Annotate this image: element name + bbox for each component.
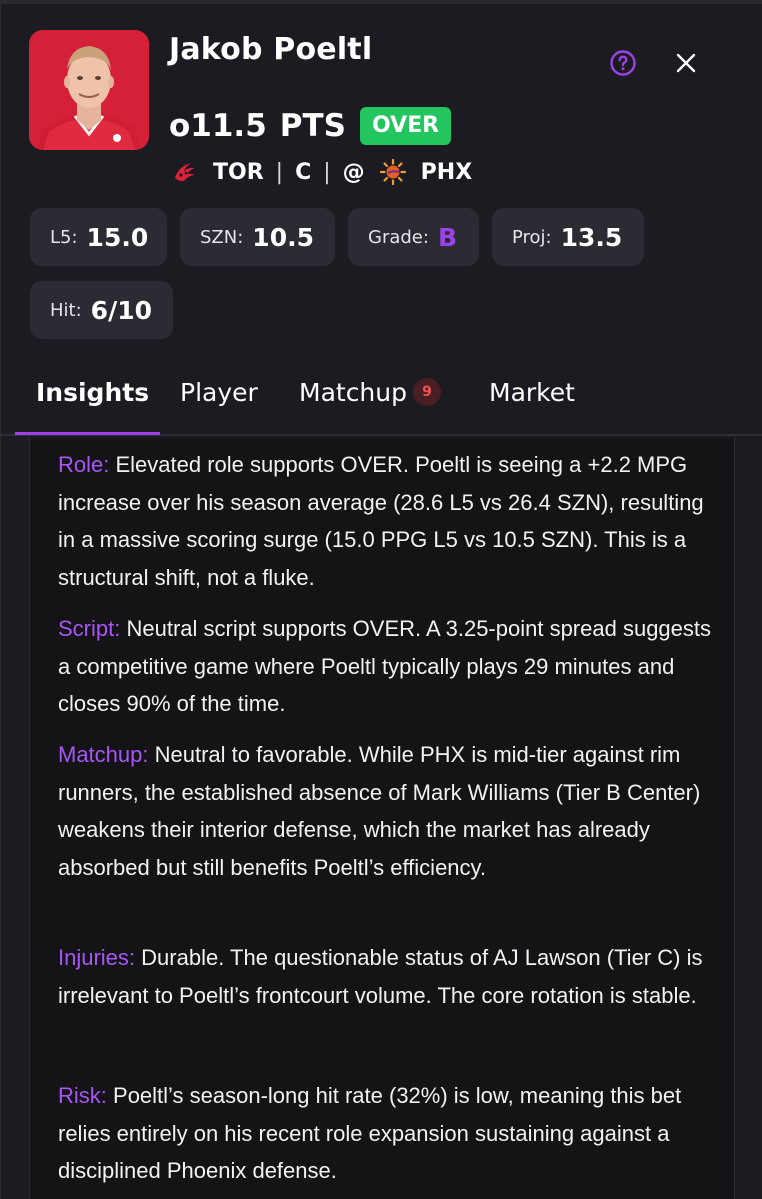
- insight-label: Matchup:: [58, 742, 149, 767]
- pick-badge: OVER: [360, 107, 452, 145]
- insight-text: Durable. The questionable status of AJ L…: [58, 945, 703, 1008]
- prop-line-row: o11.5 PTS OVER: [169, 104, 452, 148]
- matchup-count-badge: 9: [413, 378, 441, 406]
- stat-chip-hit: Hit: 6/10: [30, 281, 173, 339]
- chip-label: Proj:: [512, 226, 552, 248]
- insight-script: Script: Neutral script supports OVER. A …: [58, 610, 718, 723]
- insight-matchup: Matchup: Neutral to favorable. While PHX…: [58, 736, 718, 887]
- tab-player[interactable]: Player: [180, 378, 258, 407]
- chip-label: L5:: [50, 226, 78, 248]
- matchup-row: TOR | C | @ PHX: [171, 155, 472, 189]
- chip-value: 6/10: [90, 295, 152, 325]
- insight-label: Risk:: [58, 1083, 107, 1108]
- chip-label: SZN:: [200, 226, 244, 248]
- player-position: C: [295, 159, 312, 185]
- chip-value: 10.5: [252, 222, 314, 252]
- insight-text: Elevated role supports OVER. Poeltl is s…: [58, 452, 704, 591]
- prop-stat: PTS: [279, 108, 346, 144]
- insight-risk: Risk: Poeltl’s season-long hit rate (32%…: [58, 1077, 718, 1190]
- tab-insights[interactable]: Insights: [36, 378, 149, 407]
- team-abbr: TOR: [213, 159, 264, 185]
- insight-text: Poeltl’s season-long hit rate (32%) is l…: [58, 1083, 682, 1184]
- stat-chip-szn: SZN: 10.5: [180, 208, 335, 266]
- player-headshot-icon: [29, 30, 149, 150]
- chip-value: 13.5: [560, 222, 623, 252]
- question-circle-icon[interactable]: [609, 49, 637, 77]
- player-prop-panel: Jakob Poeltl o11.5 PTS OVER TOR | C | @ …: [0, 0, 762, 1199]
- prop-line: o11.5: [169, 108, 267, 144]
- insight-label: Script:: [58, 616, 121, 641]
- tab-matchup-label: Matchup: [299, 378, 407, 407]
- insight-injuries: Injuries: Durable. The questionable stat…: [58, 939, 718, 1014]
- stat-chip-proj: Proj: 13.5: [492, 208, 644, 266]
- top-divider: [1, 0, 762, 4]
- tab-market[interactable]: Market: [489, 378, 575, 407]
- player-name: Jakob Poeltl: [169, 32, 373, 67]
- chip-value: 15.0: [86, 222, 149, 252]
- away-indicator: @: [342, 159, 365, 185]
- raptors-logo-icon: [171, 158, 199, 186]
- divider: |: [275, 159, 284, 185]
- insights-content[interactable]: Role: Elevated role supports OVER. Poelt…: [29, 438, 735, 1199]
- grade-value: B: [437, 222, 458, 252]
- insight-text: Neutral script supports OVER. A 3.25-poi…: [58, 616, 712, 717]
- close-icon[interactable]: [673, 50, 699, 76]
- player-avatar: [29, 30, 149, 150]
- insight-label: Role:: [58, 452, 110, 477]
- tab-matchup[interactable]: Matchup 9: [299, 378, 441, 408]
- insight-role: Role: Elevated role supports OVER. Poelt…: [58, 446, 718, 597]
- chip-label: Hit:: [50, 299, 82, 321]
- insight-text: Neutral to favorable. While PHX is mid-t…: [58, 742, 701, 881]
- divider: |: [323, 159, 331, 185]
- opponent-abbr: PHX: [420, 159, 473, 185]
- tab-bar: Insights Player Matchup 9 Market: [1, 360, 762, 436]
- stat-chip-l5: L5: 15.0: [30, 208, 167, 266]
- insight-label: Injuries:: [58, 945, 136, 970]
- chip-label: Grade:: [368, 226, 429, 248]
- suns-logo-icon: [379, 158, 407, 186]
- stat-chip-grade: Grade: B: [348, 208, 479, 266]
- active-tab-indicator: [15, 432, 160, 435]
